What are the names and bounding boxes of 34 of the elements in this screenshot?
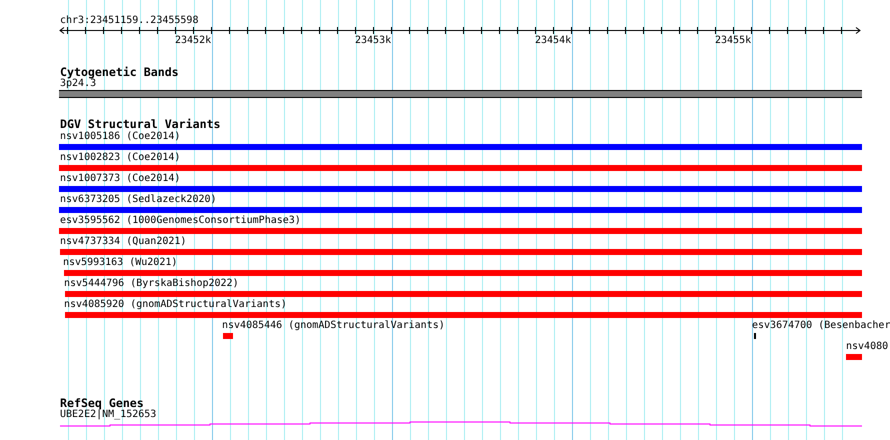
variant-label: esv3595562 (1000GenomesConsortiumPhase3) — [60, 215, 301, 227]
variant-bar[interactable] — [59, 228, 862, 234]
variant-bar[interactable] — [64, 270, 862, 276]
variant-label: nsv4080 — [846, 341, 888, 353]
ruler-tick-label: 23454k — [535, 35, 572, 47]
variant-bar[interactable] — [65, 291, 862, 297]
variant-bar[interactable] — [59, 165, 862, 171]
variant-label: nsv5993163 (Wu2021) — [63, 257, 178, 269]
variant-label: esv3674700 (Besenbacher — [752, 320, 890, 332]
gene-line[interactable] — [60, 422, 862, 426]
variant-label: nsv5444796 (ByrskaBishop2022) — [64, 278, 239, 290]
variant-label: nsv4085446 (gnomADStructuralVariants) — [222, 320, 445, 332]
ruler-tick-label: 23452k — [175, 35, 212, 47]
ruler-tick-label: 23455k — [715, 35, 752, 47]
location-label: chr3:23451159..23455598 — [60, 15, 200, 27]
track-title: DGV Structural Variants — [60, 118, 222, 130]
variant-label: nsv1007373 (Coe2014) — [60, 173, 180, 185]
variant-bar[interactable] — [846, 354, 862, 360]
variant-bar[interactable] — [59, 144, 862, 150]
variant-bar[interactable] — [60, 249, 862, 255]
variant-label: nsv4085920 (gnomADStructuralVariants) — [64, 299, 287, 311]
variant-bar[interactable] — [59, 186, 862, 192]
gene-label: UBE2E2|NM_152653 — [60, 409, 156, 421]
variant-label: nsv1005186 (Coe2014) — [60, 131, 180, 143]
variant-bar[interactable] — [65, 312, 862, 318]
variant-bar[interactable] — [223, 333, 233, 339]
ruler-tick-label: 23453k — [355, 35, 392, 47]
variant-label: nsv4737334 (Quan2021) — [60, 236, 186, 248]
track-title: RefSeq Genes — [60, 397, 144, 409]
track-title: Cytogenetic Bands — [60, 66, 180, 78]
band-label: 3p24.3 — [60, 78, 96, 90]
variant-label: nsv1002823 (Coe2014) — [60, 152, 180, 164]
variant-bar[interactable] — [59, 207, 862, 213]
variant-label: nsv6373205 (Sedlazeck2020) — [60, 194, 217, 206]
